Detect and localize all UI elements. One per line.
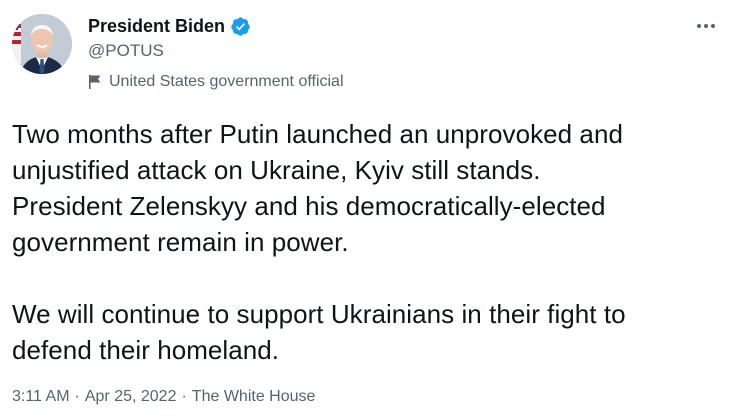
author-display-name[interactable]: President Biden <box>88 14 225 38</box>
tweet-meta: 3:11 AM · Apr 25, 2022 · The White House <box>12 386 315 408</box>
more-button[interactable] <box>690 10 722 42</box>
tweet-source[interactable]: The White House <box>192 388 316 406</box>
tweet-text: Two months after Putin launched an unpro… <box>12 119 626 365</box>
meta-separator: · <box>181 388 187 405</box>
avatar-image <box>12 14 72 74</box>
tweet-time[interactable]: 3:11 AM <box>12 388 70 406</box>
author-handle[interactable]: @POTUS <box>88 40 164 62</box>
tweet-date[interactable]: Apr 25, 2022 <box>85 388 177 406</box>
author-name-row: President Biden <box>88 14 251 38</box>
tweet: President Biden @POTUS United States gov… <box>0 0 730 416</box>
flag-icon <box>88 74 102 90</box>
more-icon <box>697 24 715 28</box>
account-label-text: United States government official <box>109 73 344 90</box>
verified-badge-icon <box>230 16 251 37</box>
account-label: United States government official <box>88 71 344 93</box>
meta-separator: · <box>74 388 80 405</box>
avatar[interactable] <box>12 14 72 74</box>
